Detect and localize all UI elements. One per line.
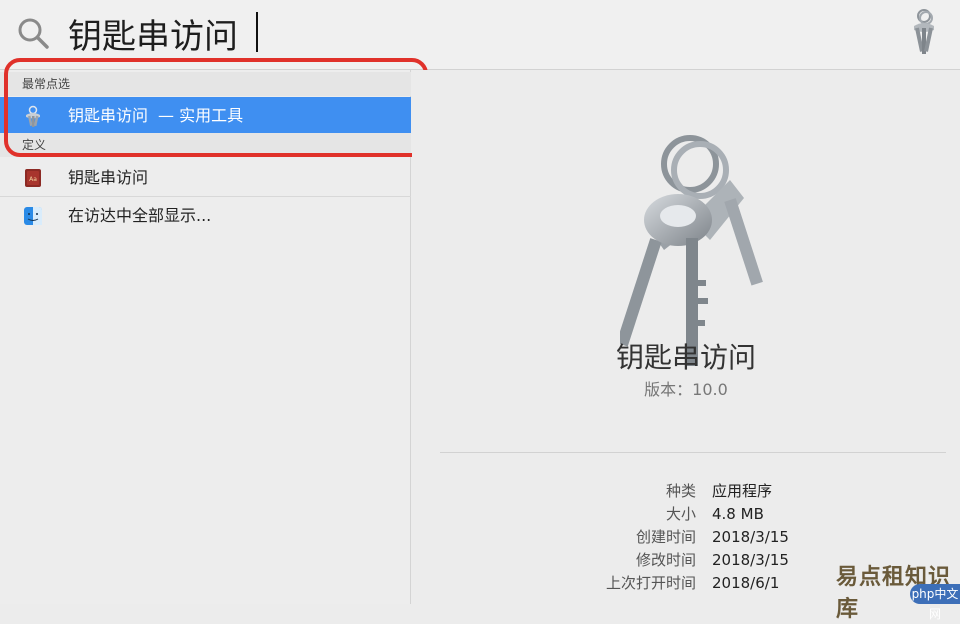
watermark-badge: php中文网	[910, 584, 960, 621]
search-input[interactable]	[68, 8, 668, 58]
finder-icon	[24, 207, 42, 225]
keychain-access-icon	[914, 9, 934, 54]
meta-value: 2018/3/15	[712, 551, 789, 569]
results-list: 最常点选 钥匙串访问 — 实用工具 定义 Aa 钥匙串访问 在访达中全部显示..…	[0, 70, 411, 604]
section-header-definition: 定义	[0, 133, 411, 157]
meta-value: 应用程序	[712, 482, 773, 500]
meta-row-kind: 种类 应用程序	[412, 480, 960, 503]
preview-divider	[440, 452, 946, 453]
watermark-badge-site: php	[911, 587, 935, 601]
keychain-access-icon	[26, 105, 40, 127]
meta-row-size: 大小 4.8 MB	[412, 503, 960, 526]
preview-title: 钥匙串访问	[615, 341, 756, 374]
result-item-label: 在访达中全部显示...	[68, 206, 212, 225]
meta-key: 修改时间	[635, 551, 696, 569]
result-item-show-all-in-finder[interactable]: 在访达中全部显示...	[0, 197, 411, 234]
meta-key: 上次打开时间	[605, 574, 696, 592]
section-header-top-hits: 最常点选	[0, 72, 411, 96]
meta-row-created: 创建时间 2018/3/15	[412, 526, 960, 549]
spotlight-search-bar	[0, 0, 960, 70]
preview-pane: 钥匙串访问 版本：10.0 种类 应用程序 大小 4.8 MB 创建时间 201…	[412, 70, 960, 604]
meta-key: 创建时间	[635, 528, 696, 546]
keychain-access-icon	[620, 135, 763, 366]
preview-version: 版本：10.0	[644, 380, 728, 399]
result-item-sublabel: — 实用工具	[158, 106, 244, 125]
result-item-keychain-access-definition[interactable]: Aa 钥匙串访问	[0, 159, 411, 196]
result-item-label: 钥匙串访问	[68, 106, 149, 125]
result-item-label: 钥匙串访问	[68, 168, 149, 187]
meta-value: 4.8 MB	[712, 505, 764, 523]
search-icon	[18, 18, 49, 49]
dictionary-icon: Aa	[25, 169, 41, 187]
text-caret	[256, 12, 258, 52]
result-item-keychain-access-top-hit[interactable]: 钥匙串访问 — 实用工具	[0, 97, 411, 134]
meta-value: 2018/3/15	[712, 528, 789, 546]
meta-key: 种类	[665, 482, 696, 500]
meta-value: 2018/6/1	[712, 574, 780, 592]
meta-key: 大小	[665, 505, 696, 523]
svg-text:Aa: Aa	[29, 176, 37, 183]
